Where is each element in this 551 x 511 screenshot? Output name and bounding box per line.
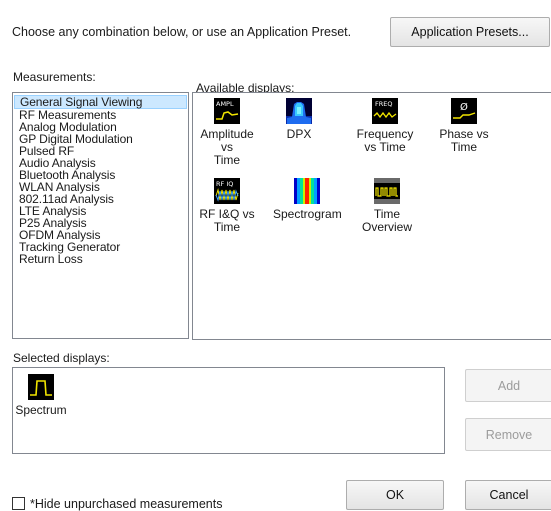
remove-button[interactable]: Remove — [465, 418, 551, 451]
selected-tile-spectrum[interactable]: Spectrum — [13, 374, 69, 417]
add-button[interactable]: Add — [465, 369, 551, 402]
application-presets-button[interactable]: Application Presets... — [390, 17, 550, 47]
display-tile-amplitude-vs-time[interactable]: AMPL Amplitude vs Time — [193, 98, 261, 167]
display-tile-time-overview[interactable]: Time Overview — [353, 178, 421, 234]
display-tile-dpx[interactable]: DPX — [265, 98, 333, 141]
display-caption: Time Overview — [361, 207, 412, 234]
display-caption: Spectrum — [15, 403, 67, 417]
measurement-item[interactable]: Return Loss — [13, 253, 188, 265]
display-caption: Phase vs Time — [439, 127, 489, 154]
ok-button[interactable]: OK — [346, 480, 444, 510]
display-tile-rf-iq-vs-time[interactable]: RF IQ RF I&Q vs Time — [193, 178, 261, 234]
ampl-icon: AMPL — [214, 98, 240, 124]
display-caption: Spectrogram — [273, 207, 342, 221]
cancel-button[interactable]: Cancel — [465, 480, 551, 510]
phase-icon: Ø — [451, 98, 477, 124]
display-caption: RF I&Q vs Time — [199, 207, 255, 234]
selected-displays-panel: Spectrum — [12, 367, 445, 454]
display-caption: Amplitude vs Time — [200, 127, 254, 167]
available-displays-panel: AMPL Amplitude vs Time DPX FREQ Frequency… — [192, 92, 551, 340]
display-tile-phase-vs-time[interactable]: Ø Phase vs Time — [430, 98, 498, 154]
measurements-list[interactable]: General Signal Viewing RF Measurements A… — [12, 92, 189, 339]
rfiq-icon: RF IQ — [214, 178, 240, 204]
hide-unpurchased-checkbox[interactable] — [12, 497, 25, 510]
svg-text:AMPL: AMPL — [216, 100, 234, 108]
measurements-label: Measurements: — [13, 70, 96, 84]
display-tile-spectrogram[interactable]: Spectrogram — [273, 178, 342, 221]
spectrum-icon — [28, 374, 54, 400]
time-overview-icon — [374, 178, 400, 204]
svg-text:Ø: Ø — [460, 101, 468, 113]
dpx-icon — [286, 98, 312, 124]
intro-text: Choose any combination below, or use an … — [12, 25, 352, 39]
measurement-item[interactable]: General Signal Viewing — [14, 95, 187, 109]
svg-text:RF IQ: RF IQ — [216, 180, 233, 188]
freq-icon: FREQ — [372, 98, 398, 124]
selected-displays-label: Selected displays: — [13, 351, 110, 365]
svg-text:FREQ: FREQ — [375, 100, 392, 108]
display-caption: DPX — [286, 127, 312, 141]
hide-unpurchased-label[interactable]: *Hide unpurchased measurements — [30, 497, 222, 511]
display-caption: Frequency vs Time — [356, 127, 414, 154]
display-tile-frequency-vs-time[interactable]: FREQ Frequency vs Time — [351, 98, 419, 154]
spectrogram-icon — [294, 178, 320, 204]
